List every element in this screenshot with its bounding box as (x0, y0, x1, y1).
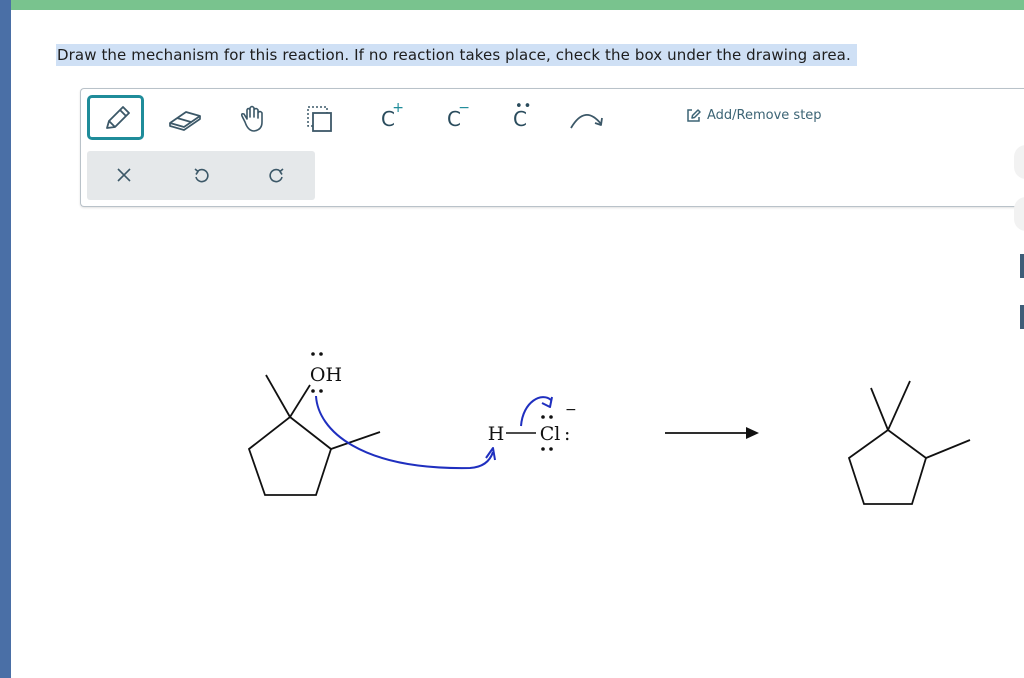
methyl-bond (887, 380, 911, 431)
reaction-arrow (665, 427, 759, 439)
methyl-bond (925, 439, 971, 459)
mechanism-arrows[interactable] (315, 395, 553, 470)
product-alkane[interactable] (847, 380, 971, 505)
hydroxyl-label: OH (310, 364, 342, 386)
methyl-bond (265, 374, 291, 418)
chlorine-label: Cl (540, 423, 561, 445)
bond-to-cl-arrow (520, 396, 552, 427)
hydrogen-label: H (488, 423, 505, 445)
reactant-alcohol[interactable] (247, 374, 381, 496)
product-ring (847, 428, 928, 505)
lone-pair-to-h-arrow (315, 395, 494, 470)
chlorine-lone-pair: : (564, 423, 570, 445)
drawing-canvas[interactable]: OH H Cl : − (0, 0, 1024, 678)
cyclopentane-ring (247, 415, 333, 496)
oh-bond (289, 384, 311, 418)
methyl-bond (870, 387, 889, 431)
chloride-charge: − (565, 402, 577, 418)
